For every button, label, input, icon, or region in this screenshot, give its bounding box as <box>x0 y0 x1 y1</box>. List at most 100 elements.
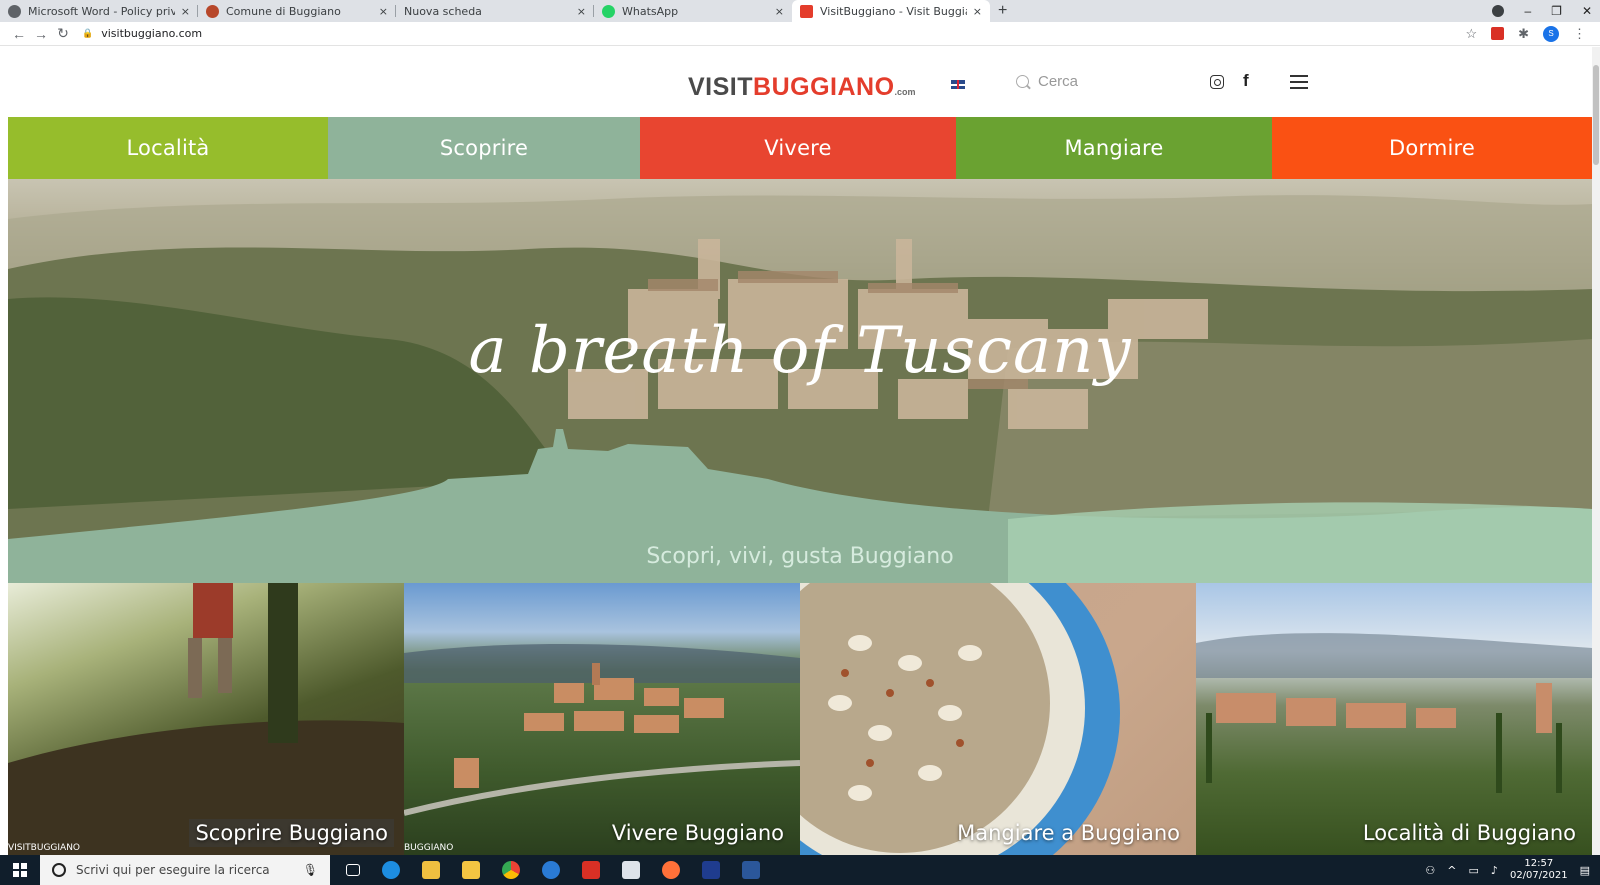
main-nav: Località Scoprire Vivere Mangiare Dormir… <box>8 117 1592 179</box>
site-logo[interactable]: VISITBUGGIANO.com <box>688 73 916 102</box>
card-vivere[interactable]: Vivere Buggiano BUGGIANO <box>404 583 800 855</box>
close-tab-icon[interactable]: × <box>379 5 388 18</box>
instagram-icon[interactable] <box>1210 75 1224 89</box>
hero-caption: Scopri, vivi, gusta Buggiano <box>646 544 954 569</box>
card-localita[interactable]: Località di Buggiano <box>1196 583 1592 855</box>
start-button[interactable] <box>0 855 40 885</box>
tab-title: Comune di Buggiano <box>226 4 341 18</box>
puzzle-extensions-icon[interactable]: ✱ <box>1518 26 1529 42</box>
profile-avatar-icon[interactable]: S <box>1543 25 1559 42</box>
store-icon[interactable] <box>422 861 440 879</box>
tab-title: VisitBuggiano - Visit Buggiano <box>820 4 967 18</box>
network-icon[interactable]: ▭ <box>1469 864 1479 877</box>
people-icon[interactable]: ⚇ <box>1425 864 1435 877</box>
restore-icon[interactable]: ❐ <box>1551 4 1562 18</box>
minimize-icon[interactable]: – <box>1524 4 1531 18</box>
category-cards: Scoprire Buggiano VISITBUGGIANO Vivere B… <box>8 583 1592 855</box>
back-arrow-icon[interactable]: ← <box>8 26 30 42</box>
edge-icon[interactable] <box>382 861 400 879</box>
browser-tab-active[interactable]: VisitBuggiano - Visit Buggiano × <box>792 0 990 22</box>
card-image-localita <box>1196 633 1592 793</box>
bookmark-star-icon[interactable]: ☆ <box>1465 26 1477 42</box>
close-window-icon[interactable]: ✕ <box>1582 4 1592 18</box>
word-favicon-icon <box>8 4 21 18</box>
card-watermark: VISITBUGGIANO <box>8 843 81 853</box>
chrome-profile-icon[interactable] <box>1492 5 1505 17</box>
site-header: VISITBUGGIANO.com f <box>8 47 1592 117</box>
page-scrollbar[interactable] <box>1592 47 1600 855</box>
scrollbar-thumb[interactable] <box>1593 65 1599 165</box>
tab-title: Nuova scheda <box>404 4 482 18</box>
window-controls: – ❐ ✕ <box>1492 0 1600 22</box>
browser-toolbar: ← → ↻ 🔒 visitbuggiano.com ☆ ✱ S ⋮ <box>0 22 1600 46</box>
system-tray: ⚇ ^ ▭ ♪ 12:57 02/07/2021 ▤ <box>1425 858 1600 882</box>
file-explorer-icon[interactable] <box>462 861 480 879</box>
tray-chevron-icon[interactable]: ^ <box>1447 864 1456 877</box>
notifications-icon[interactable]: ▤ <box>1580 864 1590 877</box>
taskbar-search[interactable]: Scrivi qui per eseguire la ricerca 🎙 <box>40 855 330 885</box>
card-label[interactable]: Scoprire Buggiano <box>189 819 394 847</box>
nav-item-vivere[interactable]: Vivere <box>640 117 956 179</box>
windows-logo-icon <box>13 863 27 877</box>
internet-explorer-icon[interactable] <box>542 861 560 879</box>
clock[interactable]: 12:57 02/07/2021 <box>1510 858 1568 882</box>
facebook-icon[interactable]: f <box>1243 71 1249 91</box>
comune-favicon-icon <box>206 4 219 18</box>
clock-time: 12:57 <box>1524 858 1554 869</box>
uk-flag-icon[interactable] <box>951 80 965 89</box>
card-label[interactable]: Vivere Buggiano <box>606 819 790 847</box>
mail-icon[interactable] <box>622 861 640 879</box>
card-image-bean-salad <box>800 583 1120 855</box>
browser-tab[interactable]: Comune di Buggiano × <box>198 0 396 22</box>
firefox-icon[interactable] <box>662 861 680 879</box>
card-label[interactable]: Mangiare a Buggiano <box>951 819 1186 847</box>
hero-tagline: a breath of Tuscany <box>468 314 1132 388</box>
search-icon[interactable] <box>1016 75 1029 88</box>
reload-icon[interactable]: ↻ <box>52 25 74 42</box>
address-bar[interactable]: 🔒 visitbuggiano.com <box>82 27 1465 40</box>
browser-tab[interactable]: Microsoft Word - Policy privacy_i × <box>0 0 198 22</box>
volume-icon[interactable]: ♪ <box>1491 864 1498 877</box>
hamburger-menu-icon[interactable] <box>1290 75 1308 89</box>
close-tab-icon[interactable]: × <box>577 5 586 18</box>
microphone-icon[interactable]: 🎙 <box>303 863 318 877</box>
tab-title: WhatsApp <box>622 4 679 18</box>
hero-banner: a breath of Tuscany Scopri, vivi, gusta … <box>8 179 1592 583</box>
card-image-hiker <box>8 583 404 855</box>
whatsapp-favicon-icon <box>602 4 615 18</box>
new-tab-button[interactable]: + <box>998 2 1007 20</box>
taskbar-search-placeholder: Scrivi qui per eseguire la ricerca <box>76 863 270 877</box>
nav-item-dormire[interactable]: Dormire <box>1272 117 1592 179</box>
nav-item-localita[interactable]: Località <box>8 117 328 179</box>
card-label[interactable]: Località di Buggiano <box>1357 819 1582 847</box>
tab-title: Microsoft Word - Policy privacy_i <box>28 4 175 18</box>
webpage: VISITBUGGIANO.com f Località Scoprire Vi… <box>8 47 1592 855</box>
acrobat-icon[interactable] <box>582 861 600 879</box>
pdf-extension-icon[interactable] <box>1491 27 1505 40</box>
taskbar-apps <box>346 861 760 879</box>
browser-tab[interactable]: WhatsApp × <box>594 0 792 22</box>
card-mangiare[interactable]: Mangiare a Buggiano <box>800 583 1196 855</box>
app-icon[interactable] <box>702 861 720 879</box>
nav-item-scoprire[interactable]: Scoprire <box>328 117 640 179</box>
cortana-icon <box>52 863 66 877</box>
site-search-input[interactable] <box>1038 71 1158 91</box>
url-text[interactable]: visitbuggiano.com <box>101 27 202 40</box>
card-image-village <box>404 643 800 816</box>
extensions-area: ☆ ✱ S ⋮ <box>1465 25 1592 42</box>
close-tab-icon[interactable]: × <box>181 5 190 18</box>
clock-date: 02/07/2021 <box>1509 870 1568 881</box>
kebab-menu-icon[interactable]: ⋮ <box>1573 26 1586 42</box>
nav-item-mangiare[interactable]: Mangiare <box>956 117 1272 179</box>
card-scoprire[interactable]: Scoprire Buggiano VISITBUGGIANO <box>8 583 404 855</box>
close-tab-icon[interactable]: × <box>775 5 784 18</box>
lock-icon: 🔒 <box>82 28 94 39</box>
windows-taskbar: Scrivi qui per eseguire la ricerca 🎙 ⚇ ^… <box>0 855 1600 885</box>
forward-arrow-icon[interactable]: → <box>30 26 52 42</box>
word-icon[interactable] <box>742 861 760 879</box>
task-view-icon[interactable] <box>346 864 360 876</box>
browser-tab-strip: Microsoft Word - Policy privacy_i × Comu… <box>0 0 1600 22</box>
browser-tab[interactable]: Nuova scheda × <box>396 0 594 22</box>
chrome-icon[interactable] <box>502 861 520 879</box>
close-tab-icon[interactable]: × <box>973 5 982 18</box>
